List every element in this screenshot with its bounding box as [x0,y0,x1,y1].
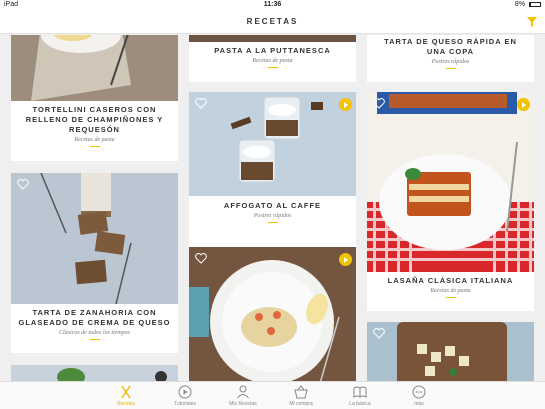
heart-icon[interactable] [373,328,385,339]
recipe-category: Recetas de pasta [430,288,471,294]
recipe-card[interactable] [11,365,178,381]
recipe-card[interactable]: TARTA DE ZANAHORIA CON GLASEADO DE CREMA… [11,173,178,353]
status-bar: iPad 11:36 8% [0,0,545,11]
recipe-image [189,247,356,381]
recipe-grid[interactable]: TORTELLINI CASEROS CON RELLENO DE CHAMPI… [0,35,545,381]
recipe-title: TARTA DE QUESO RÁPIDA EN UNA COPA [384,37,517,56]
fork-knife-icon [121,385,131,399]
page-title: RECETAS [246,17,299,26]
recipe-image [189,92,356,196]
tab-label: más [414,401,424,407]
recipe-image [11,35,178,101]
tab-la-basica[interactable]: La básica [330,385,390,407]
tab-mas[interactable]: más [389,385,449,407]
tab-label: Mi compra [289,401,313,407]
recipe-category: Recetas de pasta [252,58,293,64]
video-play-icon[interactable] [517,98,530,111]
accent-underline [267,222,278,223]
recipe-image [11,173,178,304]
recipe-title: AFFOGATO AL CAFFE [223,201,322,210]
video-play-icon[interactable] [339,98,352,111]
accent-underline [445,297,456,298]
recipe-title: TORTELLINI CASEROS CON RELLENO DE CHAMPI… [25,105,164,134]
play-icon [178,385,192,399]
person-icon [237,385,249,399]
heart-icon[interactable] [195,253,207,264]
battery-icon [529,1,541,7]
recipe-image [11,365,178,381]
recipe-card[interactable]: LASAÑA CLÁSICA ITALIANA Recetas de pasta [367,92,534,311]
recipe-card[interactable]: PASTA A LA PUTTANESCA Recetas de pasta [189,35,356,82]
recipe-image [367,322,534,381]
recipe-title: LASAÑA CLÁSICA ITALIANA [387,276,514,285]
accent-underline [89,146,100,147]
recipe-category: Clásicos de todos los tiempos [58,330,130,336]
accent-underline [89,339,100,340]
video-play-icon[interactable] [339,253,352,266]
tab-bar: Recetas Tutoriales Mis Recetas Mi compra… [0,381,545,409]
tab-label: La básica [349,401,371,407]
tab-label: Tutoriales [174,401,196,407]
recipe-category: Recetas de pasta [74,137,115,143]
recipe-title: PASTA A LA PUTTANESCA [214,46,331,55]
accent-underline [267,67,278,68]
tab-label: Mis Recetas [229,401,257,407]
more-icon [412,385,426,399]
basket-icon [294,385,308,399]
nav-bar: RECETAS [0,11,545,34]
recipe-card[interactable]: TARTA DE QUESO RÁPIDA EN UNA COPA Postre… [367,35,534,82]
filter-icon[interactable] [527,17,537,27]
recipe-category: Postres rápidos [253,213,292,219]
accent-underline [445,68,456,69]
heart-icon[interactable] [373,98,385,109]
tab-label: Recetas [116,401,136,407]
tab-mis-recetas[interactable]: Mis Recetas [213,385,273,407]
recipe-image [189,35,356,42]
recipe-image [367,92,534,272]
heart-icon[interactable] [17,179,29,190]
tab-mi-compra[interactable]: Mi compra [271,385,331,407]
recipe-card[interactable]: AFFOGATO AL CAFFE Postres rápidos [189,92,356,272]
battery-indicator: 8% [515,1,541,8]
tab-tutoriales[interactable]: Tutoriales [155,385,215,407]
clock: 11:36 [263,1,282,8]
recipe-card[interactable] [189,247,356,381]
heart-icon[interactable] [195,98,207,109]
recipe-card[interactable]: TORTELLINI CASEROS CON RELLENO DE CHAMPI… [11,35,178,161]
recipe-category: Postres rápidos [431,59,470,65]
book-icon [353,386,367,398]
tab-recetas[interactable]: Recetas [96,385,156,407]
recipe-title: TARTA DE ZANAHORIA CON GLASEADO DE CREMA… [18,308,171,327]
recipe-card[interactable] [367,322,534,381]
battery-percent: 8% [514,1,526,8]
